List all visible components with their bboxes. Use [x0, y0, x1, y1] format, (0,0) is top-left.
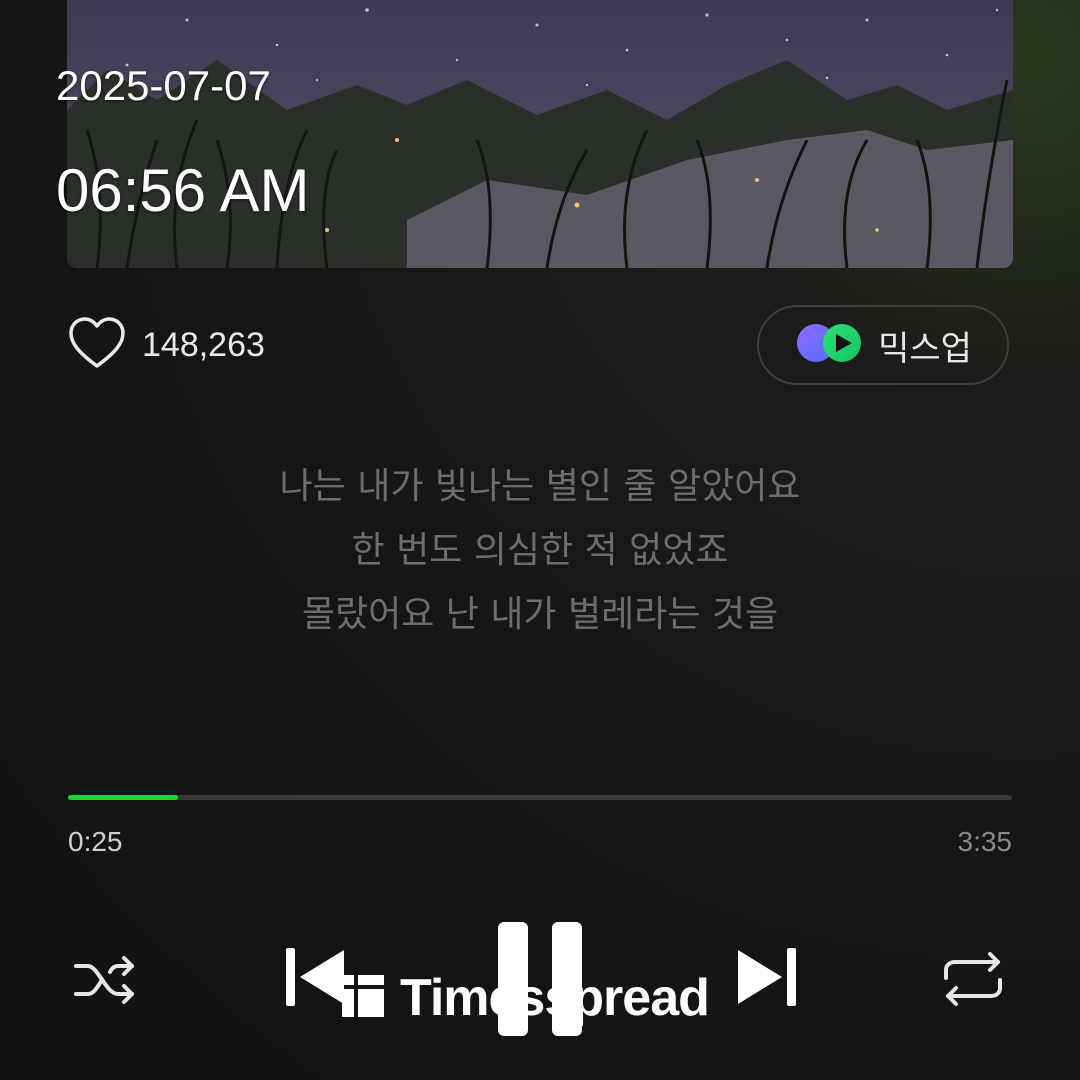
lyric-line: 나는 내가 빛나는 별인 줄 알았어요	[279, 466, 801, 507]
time-overlay: 06:56 AM	[56, 157, 310, 224]
total-time: 3:35	[957, 826, 1013, 857]
like-count: 148,263	[142, 325, 265, 364]
heart-outline-icon[interactable]	[68, 316, 126, 374]
lyrics-panel[interactable]: 나는 내가 빛나는 별인 줄 알았어요 한 번도 의심한 적 없었죠 몰랐어요 …	[0, 455, 1080, 647]
mixup-button[interactable]: 믹스업	[757, 305, 1009, 385]
mixup-label: 믹스업	[878, 328, 972, 369]
watermark-logo-icon	[340, 973, 386, 1023]
date-overlay: 2025-07-07	[56, 62, 271, 109]
repeat-icon[interactable]	[940, 948, 1006, 1014]
progress-fill	[68, 795, 178, 800]
watermark: Timesspread	[340, 968, 710, 1028]
album-artwork	[67, 0, 1013, 268]
mixup-logo-icon	[794, 321, 864, 369]
like-group[interactable]: 148,263	[68, 316, 265, 374]
shuffle-icon[interactable]	[72, 952, 140, 1012]
current-time: 0:25	[68, 826, 123, 857]
watermark-text: Timesspread	[400, 969, 710, 1027]
lyric-line: 한 번도 의심한 적 없었죠	[351, 530, 729, 571]
progress-bar[interactable]	[68, 795, 1012, 800]
skip-previous-icon[interactable]	[284, 944, 346, 1014]
lyric-line: 몰랐어요 난 내가 벌레라는 것을	[301, 594, 779, 635]
skip-next-icon[interactable]	[736, 944, 798, 1014]
